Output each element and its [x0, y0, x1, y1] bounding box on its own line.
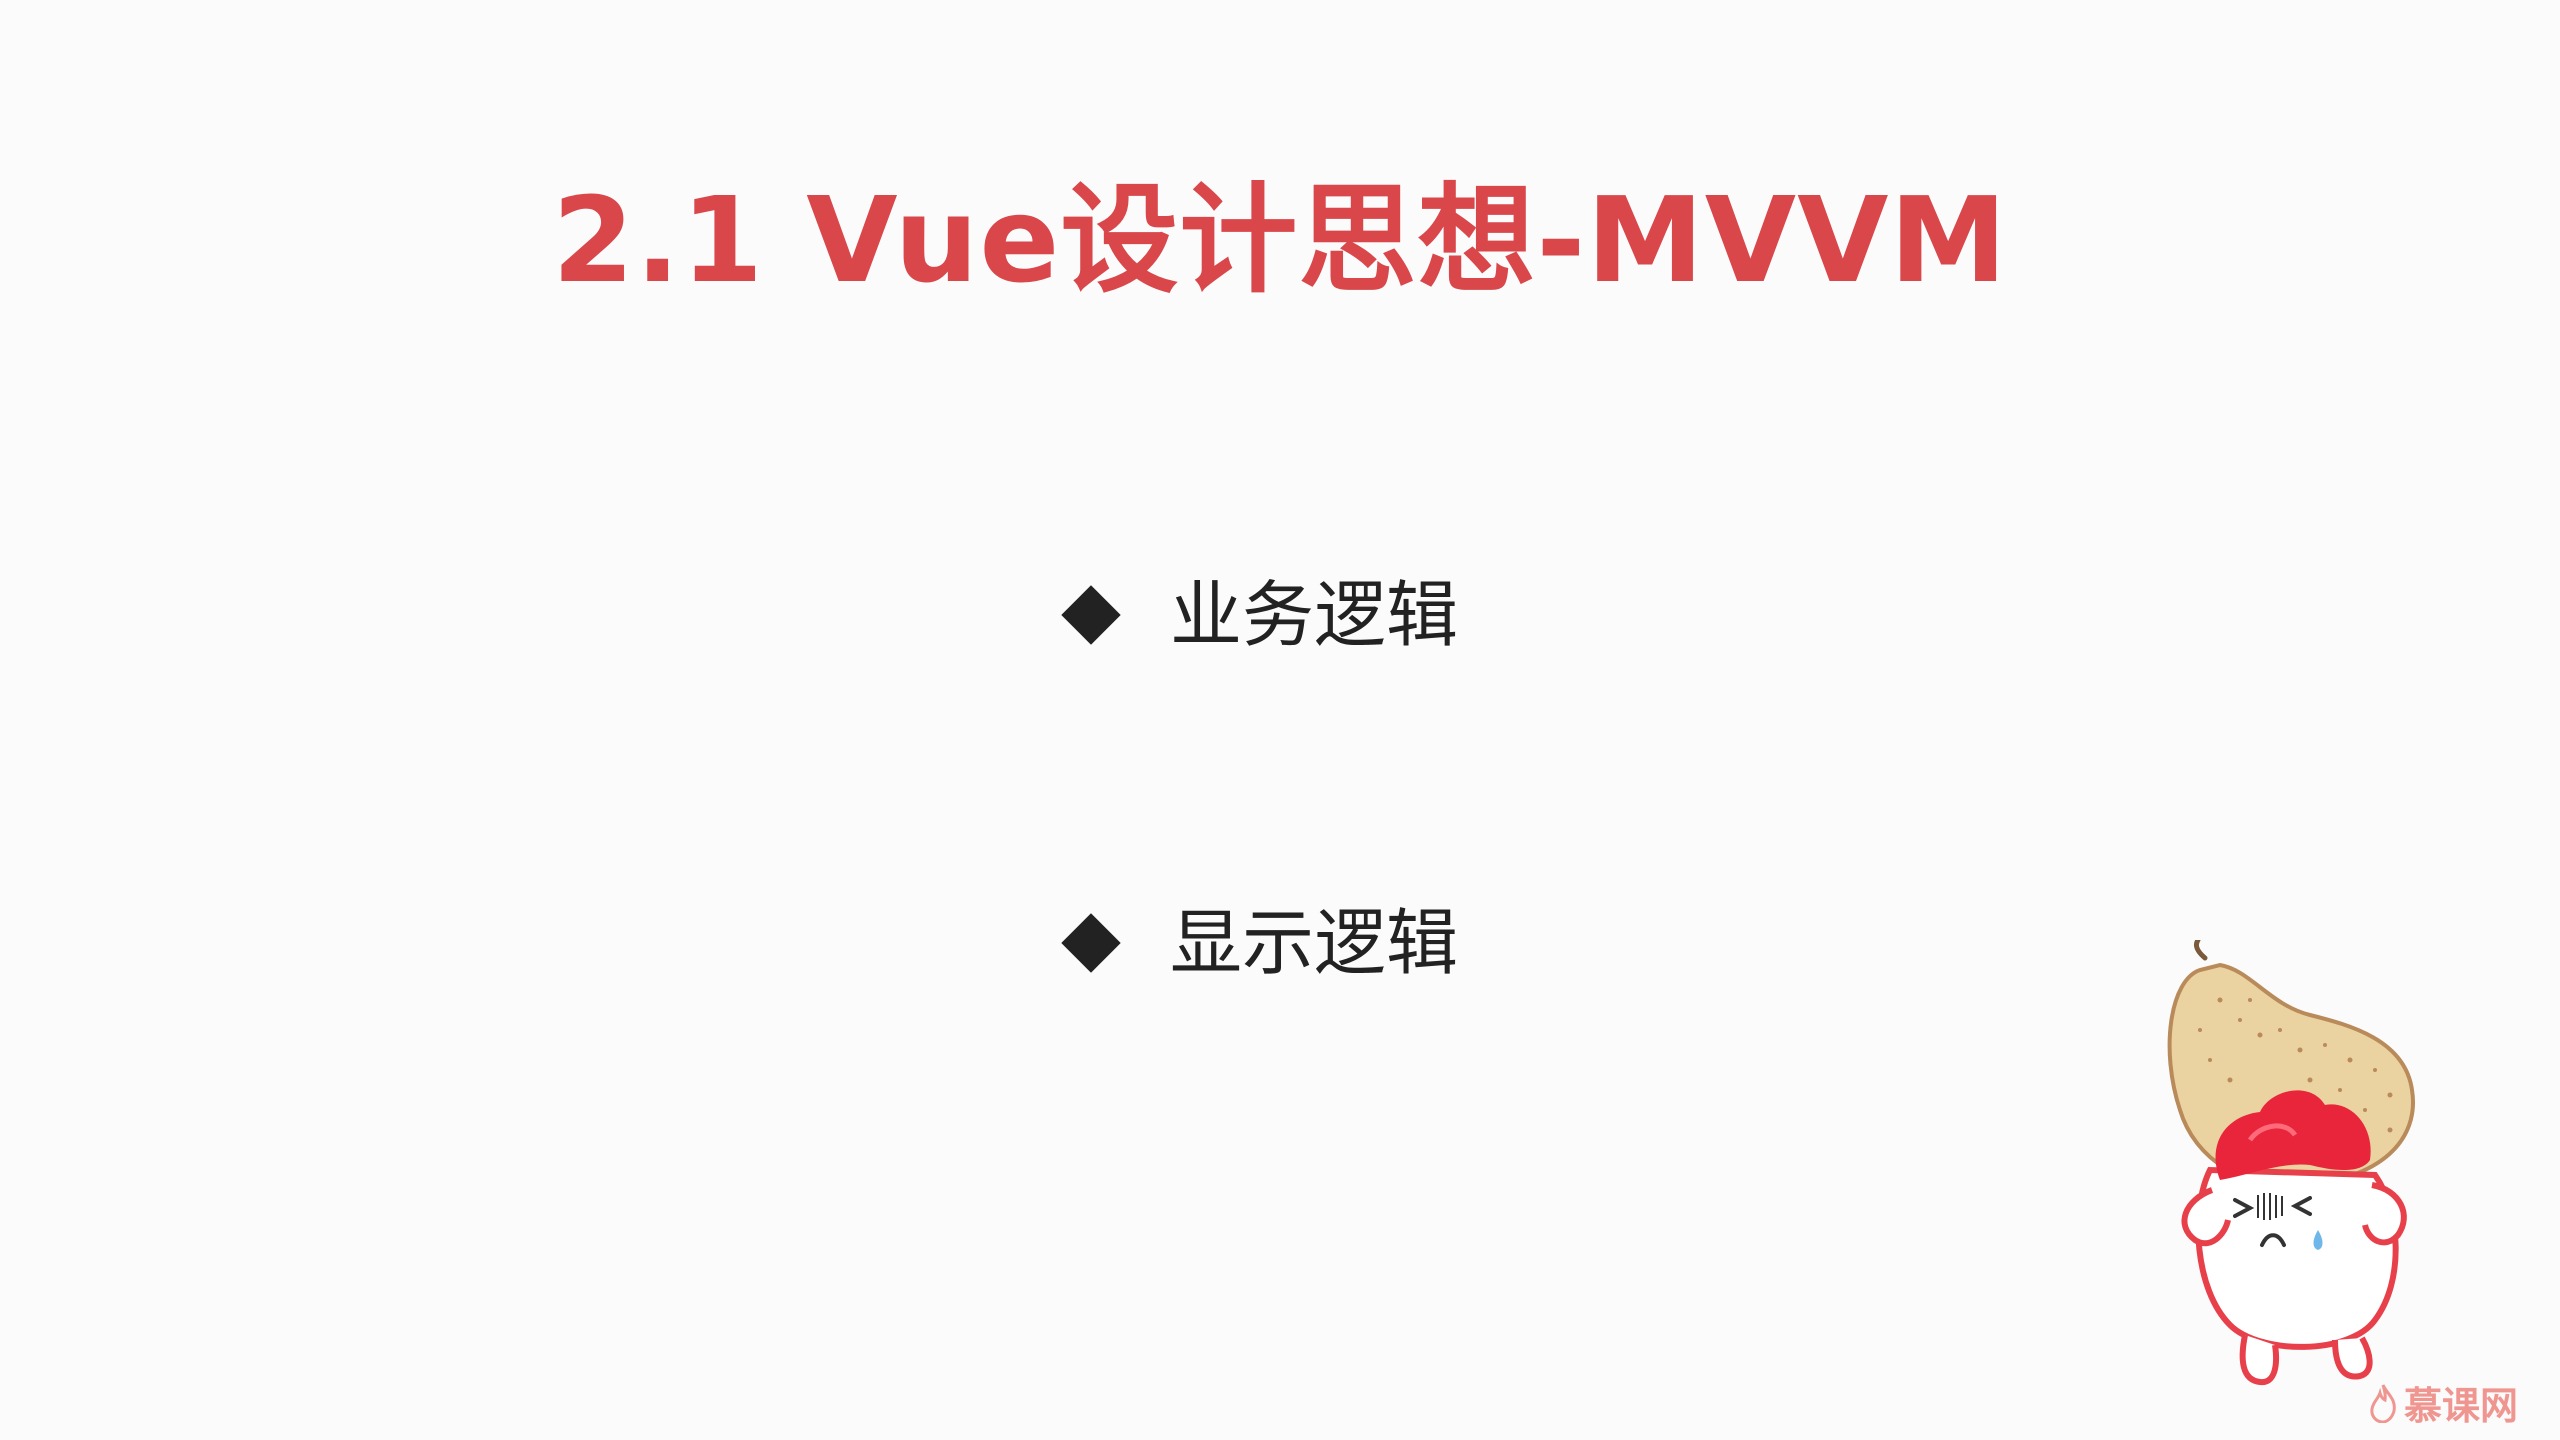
diamond-bullet-icon [1061, 585, 1121, 645]
diamond-bullet-icon [1061, 913, 1121, 973]
slide-title: 2.1 Vue设计思想-MVVM [552, 171, 2008, 309]
bullet-item-business-logic: 业务逻辑 [1060, 560, 1760, 670]
mascot-carrying-pear-icon [2167, 940, 2415, 1386]
slide: 2.1 Vue设计思想-MVVM 业务逻辑 显示逻辑 慕课网 [0, 0, 2560, 1440]
bullet-list: 业务逻辑 显示逻辑 [1060, 560, 1760, 998]
bullet-label: 业务逻辑 [1170, 573, 1459, 657]
bullet-item-display-logic: 显示逻辑 [1060, 888, 1760, 998]
watermark-label: 慕课网 [2404, 1384, 2519, 1428]
bullet-label: 显示逻辑 [1170, 901, 1459, 985]
flame-icon [2370, 1383, 2396, 1423]
watermark: 慕课网 [2368, 1375, 2518, 1430]
